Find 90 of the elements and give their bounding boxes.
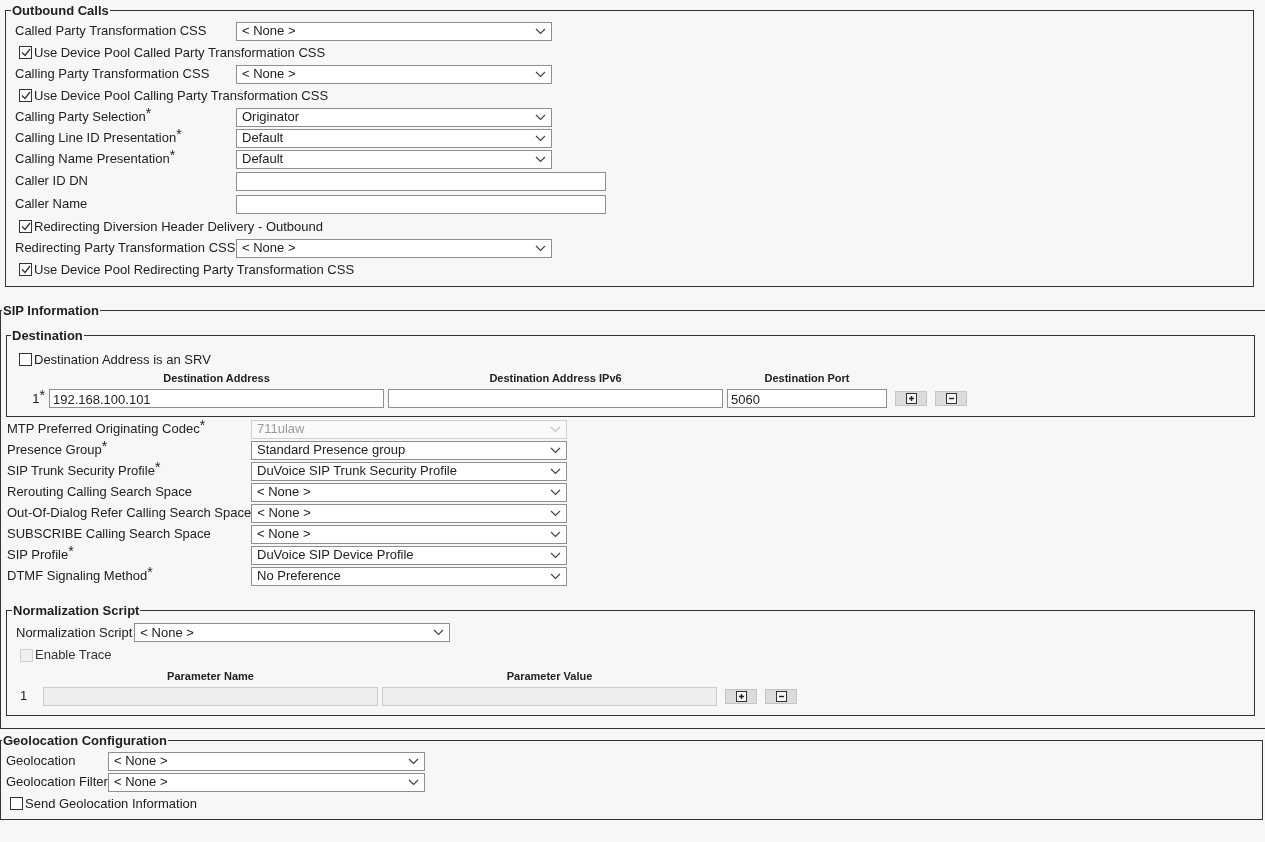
dropdown[interactable]: < None > — [108, 772, 425, 792]
field-label: SIP Trunk Security Profile* — [7, 461, 162, 481]
field-label: Caller Name — [15, 195, 89, 214]
remove-button[interactable] — [935, 391, 967, 406]
dropdown[interactable]: Default — [236, 128, 552, 148]
minus-icon — [775, 690, 787, 702]
field-label: Caller ID DN — [15, 172, 89, 191]
caret-icon — [550, 530, 561, 538]
checkbox[interactable] — [19, 353, 32, 366]
caret-icon — [550, 488, 561, 496]
column-header: Destination Address IPv6 — [488, 371, 623, 387]
caret-icon — [433, 629, 445, 636]
field-label: MTP Preferred Originating Codec* — [7, 419, 207, 439]
dropdown[interactable]: DuVoice SIP Trunk Security Profile — [251, 461, 567, 481]
caret-icon — [408, 778, 419, 786]
remove-button[interactable] — [765, 688, 797, 704]
section-title: SIP Information — [2, 301, 100, 320]
field-label: Calling Party Transformation CSS — [15, 65, 211, 84]
dropdown[interactable]: < None > — [251, 482, 567, 502]
text-field[interactable] — [236, 194, 606, 214]
dropdown[interactable]: Originator — [236, 107, 552, 127]
field-label: DTMF Signaling Method* — [7, 566, 154, 586]
checkbox-label: Destination Address is an SRV — [34, 350, 211, 369]
caret-icon — [535, 244, 546, 252]
text-field[interactable]: 5060 — [727, 389, 887, 408]
column-header: Destination Port — [763, 371, 851, 387]
column-header: Parameter Value — [505, 668, 594, 684]
field-label: SUBSCRIBE Calling Search Space — [7, 525, 212, 544]
field-label: Normalization Script — [16, 623, 134, 642]
caret-icon — [535, 113, 546, 121]
dropdown[interactable]: Standard Presence group — [251, 440, 567, 460]
section-title: Normalization Script — [12, 601, 141, 620]
section-title: Destination — [11, 327, 84, 345]
dropdown[interactable]: < None > — [236, 64, 552, 84]
dropdown[interactable]: Default — [236, 149, 552, 169]
checkbox[interactable] — [19, 220, 32, 233]
caret-icon — [535, 134, 546, 142]
text-field[interactable] — [388, 389, 723, 408]
dropdown[interactable]: < None > — [251, 503, 568, 523]
field-label: Calling Party Selection* — [15, 107, 153, 127]
field-label: Geolocation Filter — [6, 773, 108, 792]
field-label: Geolocation — [6, 752, 77, 771]
caret-icon — [535, 70, 546, 78]
section-title: Geolocation Configuration — [2, 732, 168, 750]
caret-icon — [535, 27, 546, 35]
column-header: Parameter Name — [166, 668, 255, 684]
field-label: Calling Line ID Presentation* — [15, 128, 183, 148]
plus-icon — [905, 393, 917, 404]
row-number: 1* — [31, 388, 46, 408]
caret-icon — [550, 509, 562, 517]
add-button[interactable] — [725, 688, 757, 704]
dropdown[interactable]: < None > — [108, 751, 425, 771]
checkbox-label: Use Device Pool Called Party Transformation CSS — [34, 43, 326, 62]
field-label: Calling Name Presentation* — [15, 149, 177, 169]
minus-icon — [945, 393, 957, 404]
dropdown[interactable]: < None > — [236, 238, 552, 258]
caret-icon — [408, 757, 419, 765]
row-number: 1 — [19, 687, 29, 706]
field-label: Presence Group* — [7, 440, 109, 460]
checkbox[interactable] — [10, 797, 23, 810]
add-button[interactable] — [895, 391, 927, 406]
caret-icon — [550, 551, 561, 559]
field-label: SIP Profile* — [7, 545, 75, 565]
field-label: Out-Of-Dialog Refer Calling Search Space — [7, 504, 252, 523]
plus-icon — [735, 690, 747, 702]
caret-icon — [550, 446, 561, 454]
checkbox-label: Send Geolocation Information — [25, 794, 197, 813]
dropdown[interactable]: DuVoice SIP Device Profile — [251, 545, 567, 565]
section-title: Outbound Calls — [11, 2, 110, 20]
caret-icon — [550, 425, 561, 433]
field-label: Called Party Transformation CSS — [15, 22, 208, 41]
checkbox[interactable] — [19, 263, 32, 276]
checkbox-label: Redirecting Diversion Header Delivery - Outbound — [34, 217, 324, 236]
caret-icon — [550, 467, 561, 475]
checkbox-label: Enable Trace — [35, 646, 112, 665]
text-field[interactable]: 192.168.100.101 — [49, 389, 384, 408]
column-header: Destination Address — [162, 371, 271, 387]
dropdown[interactable]: < None > — [134, 623, 451, 642]
field-label: Rerouting Calling Search Space — [7, 483, 193, 502]
checkbox[interactable] — [19, 89, 32, 102]
dropdown[interactable]: < None > — [236, 21, 552, 41]
checkbox[interactable] — [19, 46, 32, 59]
checkbox-label: Use Device Pool Calling Party Transformation CSS — [34, 86, 329, 105]
text-field[interactable] — [236, 171, 606, 191]
dropdown[interactable]: < None > — [251, 524, 567, 544]
caret-icon — [550, 572, 561, 580]
checkbox-label: Use Device Pool Redirecting Party Transformation CSS — [34, 260, 355, 279]
caret-icon — [535, 155, 546, 163]
dropdown[interactable]: No Preference — [251, 566, 567, 586]
field-label: Redirecting Party Transformation CSS — [15, 239, 236, 258]
